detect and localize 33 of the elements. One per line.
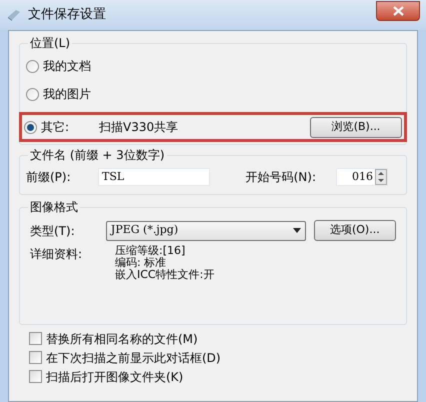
caret-icon	[292, 228, 301, 233]
window-title: 文件保存设置	[28, 6, 106, 24]
checkbox-label: 在下次扫描之前显示此对话框(D)	[46, 350, 221, 366]
start-number-field[interactable]: 016	[336, 168, 388, 186]
file-type-dropdown[interactable]: JPEG (*.jpg)	[106, 220, 306, 240]
close-button[interactable]	[376, 1, 420, 21]
radio-label: 我的文档	[43, 58, 91, 75]
browse-button[interactable]: 浏览(B)...	[310, 116, 402, 138]
prefix-label: 前缀(P):	[26, 169, 72, 186]
group-label: 位置(L)	[28, 35, 72, 51]
checkbox-label: 替换所有相同名称的文件(M)	[46, 330, 198, 348]
radio-button[interactable]	[24, 120, 37, 134]
prefix-field[interactable]: TSL	[98, 168, 210, 186]
group-label: 文件名 (前缀 + 3位数字)	[28, 147, 166, 163]
radio-button[interactable]	[26, 60, 39, 72]
detail-line: 嵌入ICC特性文件:开	[115, 269, 214, 281]
details-label: 详细资料:	[30, 246, 84, 263]
checkbox-label: 扫描后打开图像文件夹(K)	[46, 368, 184, 386]
detail-line: 压缩等级:[16]	[115, 245, 186, 257]
checkbox[interactable]	[29, 351, 42, 364]
radio-button[interactable]	[26, 88, 39, 100]
checkbox[interactable]	[29, 332, 42, 345]
radio-label: 我的图片	[43, 86, 91, 103]
spinner-icon[interactable]	[375, 169, 387, 185]
detail-line: 编码: 标准	[115, 257, 168, 269]
checkbox[interactable]	[29, 370, 42, 383]
group-label: 图像格式	[28, 199, 80, 215]
start-number-label: 开始号码(N):	[246, 169, 316, 186]
options-button[interactable]: 选项(O)...	[314, 220, 396, 241]
radio-label: 其它:	[41, 119, 70, 136]
type-label: 类型(T):	[30, 222, 76, 240]
close-icon	[392, 6, 404, 16]
folder-path: 扫描V330共享	[99, 119, 178, 136]
